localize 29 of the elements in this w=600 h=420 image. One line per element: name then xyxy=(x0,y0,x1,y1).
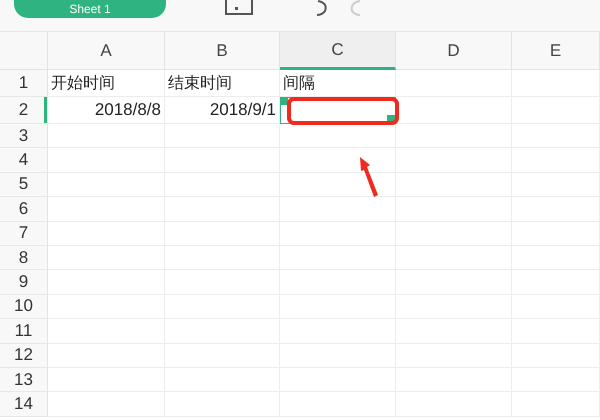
row-header[interactable]: 12 xyxy=(0,344,48,368)
table-cell: 开始时间 xyxy=(48,70,165,97)
arrow xyxy=(360,157,378,197)
table-cell: 间隔 xyxy=(280,70,396,97)
row-header[interactable]: 2 xyxy=(0,97,48,124)
row-header[interactable]: 5 xyxy=(0,172,48,198)
column-header[interactable]: A xyxy=(48,32,165,70)
corner-header[interactable] xyxy=(0,32,48,70)
table-cell: 结束时间 xyxy=(165,70,280,97)
row-header[interactable]: 13 xyxy=(0,368,48,392)
row-header[interactable]: 8 xyxy=(0,246,48,270)
selection-handle[interactable] xyxy=(280,97,288,105)
row-header[interactable]: 4 xyxy=(0,148,48,173)
row-header[interactable]: 1 xyxy=(0,70,48,97)
column-header[interactable]: B xyxy=(165,32,280,70)
row-header[interactable]: 6 xyxy=(0,197,48,222)
column-header[interactable]: E xyxy=(512,32,600,70)
row-header[interactable]: 9 xyxy=(0,270,48,295)
column-header[interactable]: D xyxy=(396,32,512,70)
row-header[interactable]: 14 xyxy=(0,392,48,417)
row-header[interactable]: 10 xyxy=(0,294,48,320)
redo-icon[interactable] xyxy=(348,0,362,16)
row-header[interactable]: 3 xyxy=(0,124,48,148)
table-cell: 2018/9/1 xyxy=(165,97,280,124)
table-cell: 2018/8/8 xyxy=(48,97,165,124)
row-header[interactable]: 7 xyxy=(0,222,48,246)
save-icon[interactable] xyxy=(224,0,254,16)
column-header[interactable]: C xyxy=(280,32,396,70)
row-header[interactable]: 11 xyxy=(0,319,48,344)
